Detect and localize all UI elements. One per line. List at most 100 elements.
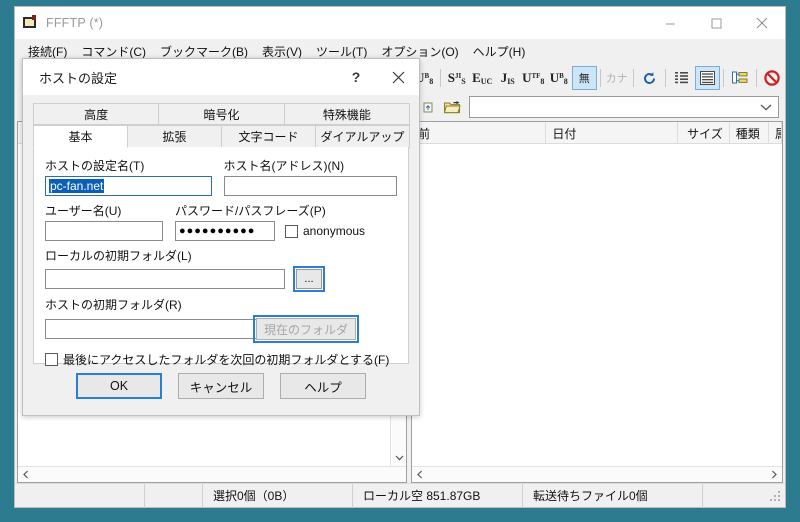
host-address-input[interactable] [223, 176, 397, 196]
settings-tabs: 高度 暗号化 特殊機能 基本 拡張 文字コード ダイアルアップ [33, 103, 410, 148]
remote-file-pane: 前 日付 サイズ 種類 属 [411, 121, 783, 483]
chevron-down-icon[interactable] [760, 100, 772, 114]
browse-local-folder-button[interactable]: ... [296, 269, 322, 289]
column-header-name[interactable]: 前 [412, 122, 547, 143]
remote-column-headers: 前 日付 サイズ 種類 属 [412, 122, 782, 144]
column-header-date[interactable]: 日付 [546, 122, 678, 143]
toolbar-separator [600, 69, 602, 87]
host-setting-name-input[interactable]: pc-fan.net [45, 176, 212, 196]
checkbox-box[interactable] [45, 353, 58, 366]
dialog-title-buttons: ? [335, 59, 419, 95]
tab-extended[interactable]: 拡張 [127, 125, 222, 148]
detail-view-icon[interactable] [694, 66, 721, 90]
username-label: ユーザー名(U) [45, 204, 122, 218]
toolbar-separator [665, 69, 667, 87]
tab-charcode[interactable]: 文字コード [221, 125, 316, 148]
password-input[interactable]: ●●●●●●●●●● [175, 221, 275, 241]
tab-row-upper: 高度 暗号化 特殊機能 [33, 103, 410, 125]
status-cell-1 [15, 483, 145, 508]
remote-path-combo[interactable] [469, 96, 779, 118]
tab-special[interactable]: 特殊機能 [283, 103, 410, 125]
remember-last-folder-checkbox[interactable]: 最後にアクセスしたフォルダを次回の初期フォルダとする(F) [45, 351, 397, 368]
encoding-utf8-tf-button[interactable]: UTF8 [520, 66, 546, 90]
username-input[interactable] [45, 221, 163, 241]
field-row-credentials: ユーザー名(U) パスワード/パスフレーズ(P) ●●●●●●●●●● anon… [45, 202, 397, 241]
encoding-jis-button[interactable]: JIS [495, 66, 521, 90]
tab-dialup[interactable]: ダイアルアップ [315, 125, 410, 148]
password-value: ●●●●●●●●●● [179, 225, 256, 237]
maximize-icon[interactable] [693, 7, 739, 39]
anonymous-label: anonymous [303, 224, 366, 238]
status-transfer-queue: 転送待ちファイル0個 [523, 483, 703, 508]
current-folder-button-focus-ring: 現在のフォルダ [253, 315, 359, 343]
chevron-left-icon[interactable] [412, 467, 428, 483]
toolbar-separator [723, 69, 725, 87]
local-folder-input[interactable] [45, 269, 285, 289]
browse-button-focus-ring: ... [293, 266, 325, 292]
tab-panel-basic: ホストの設定名(T) pc-fan.net ホスト名(アドレス)(N) ユーザー… [33, 147, 409, 367]
refresh-icon[interactable] [637, 66, 663, 90]
tab-basic[interactable]: 基本 [33, 125, 128, 148]
tab-advanced[interactable]: 高度 [33, 103, 160, 125]
host-folder-label: ホストの初期フォルダ(R) [45, 298, 182, 312]
field-row-host-folder: ホストの初期フォルダ(R) 現在のフォルダ [45, 296, 397, 343]
tab-encryption[interactable]: 暗号化 [158, 103, 285, 125]
kanji-none-button[interactable]: 無 [571, 66, 598, 90]
current-folder-button[interactable]: 現在のフォルダ [256, 318, 356, 340]
field-row-local-folder: ローカルの初期フォルダ(L) ... [45, 247, 397, 292]
close-icon[interactable] [377, 59, 419, 95]
column-header-size[interactable]: サイズ [678, 122, 730, 143]
host-setting-name-value: pc-fan.net [49, 179, 105, 193]
sync-icon[interactable] [727, 66, 753, 90]
window-controls [647, 7, 785, 39]
host-settings-dialog: ホストの設定 ? 高度 暗号化 特殊機能 基本 拡張 文字コード ダイアルアップ [22, 58, 420, 416]
help-button[interactable]: ヘルプ [280, 373, 366, 399]
open-folder-icon[interactable] [441, 96, 463, 118]
status-selected-count: 選択0個（0B） [203, 483, 353, 508]
tab-row-lower: 基本 拡張 文字コード ダイアルアップ [33, 125, 410, 148]
local-horizontal-scrollbar[interactable] [18, 466, 406, 482]
list-view-icon[interactable] [669, 66, 695, 90]
dialog-body: 高度 暗号化 特殊機能 基本 拡張 文字コード ダイアルアップ ホストの設定名(… [23, 95, 419, 415]
status-cell-2 [145, 483, 203, 508]
column-header-attribute[interactable]: 属 [769, 122, 782, 143]
toolbar-separator [439, 69, 441, 87]
anonymous-checkbox[interactable]: anonymous [285, 224, 365, 238]
ffftp-app-icon [23, 15, 39, 31]
host-address-label: ホスト名(アドレス)(N) [223, 159, 345, 173]
resize-grip[interactable] [768, 489, 782, 503]
minimize-icon[interactable] [647, 7, 693, 39]
checkbox-box[interactable] [285, 224, 298, 238]
encoding-shift-jis-button[interactable]: SJIS [444, 66, 470, 90]
dialog-buttons: OK キャンセル ヘルプ [33, 364, 409, 405]
column-header-type[interactable]: 種類 [730, 122, 769, 143]
toolbar-separator [632, 69, 634, 87]
menu-item-help[interactable]: ヘルプ(H) [466, 40, 533, 63]
disconnect-icon[interactable] [760, 66, 786, 90]
ok-button[interactable]: OK [76, 373, 162, 399]
chevron-left-icon[interactable] [18, 467, 34, 483]
status-bar: 選択0個（0B） ローカル空 851.87GB 転送待ちファイル0個 [15, 483, 785, 508]
up-folder-icon[interactable] [419, 96, 441, 118]
close-icon[interactable] [739, 7, 785, 39]
cancel-button[interactable]: キャンセル [178, 373, 264, 399]
title-bar: FFFTP (*) [15, 7, 785, 39]
local-folder-label: ローカルの初期フォルダ(L) [45, 249, 192, 263]
chevron-right-icon[interactable] [766, 467, 782, 483]
remember-last-folder-label: 最後にアクセスしたフォルダを次回の初期フォルダとする(F) [63, 353, 390, 367]
host-setting-name-label: ホストの設定名(T) [45, 159, 145, 173]
encoding-utf8-b-button[interactable]: UB8 [546, 66, 572, 90]
status-local-free-space: ローカル空 851.87GB [353, 483, 523, 508]
remote-horizontal-scrollbar[interactable] [412, 466, 782, 482]
toolbar-separator [755, 69, 757, 87]
host-folder-input[interactable] [45, 319, 285, 339]
remote-file-list[interactable] [412, 144, 782, 466]
kana-convert-button[interactable]: カナ [604, 66, 630, 90]
dialog-title-bar: ホストの設定 ? [23, 59, 419, 95]
field-row-names: ホストの設定名(T) pc-fan.net ホスト名(アドレス)(N) [45, 157, 397, 196]
password-label: パスワード/パスフレーズ(P) [175, 204, 326, 218]
chevron-down-icon[interactable] [391, 450, 406, 466]
help-icon[interactable]: ? [335, 59, 377, 95]
encoding-euc-jp-button[interactable]: EUC [469, 66, 495, 90]
window-title: FFFTP (*) [46, 16, 104, 30]
